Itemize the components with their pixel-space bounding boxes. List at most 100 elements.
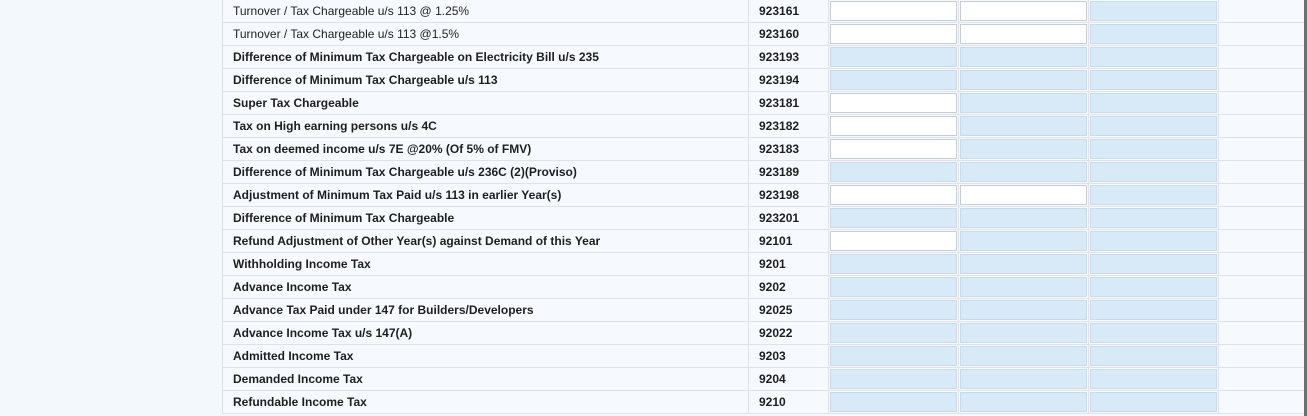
amount-cell (959, 69, 1089, 91)
row-code: 92025 (749, 299, 829, 321)
row-code: 9202 (749, 276, 829, 298)
table-row: Turnover / Tax Chargeable u/s 113 @1.5% 9… (223, 23, 1305, 46)
amount-readonly-field (960, 162, 1087, 182)
table-row: Admitted Income Tax 9203 (223, 345, 1305, 368)
amount-cell (959, 253, 1089, 275)
row-tail (1219, 207, 1305, 229)
row-label: Adjustment of Minimum Tax Paid u/s 113 i… (223, 184, 749, 206)
amount-readonly-field (1090, 185, 1217, 205)
table-row: Difference of Minimum Tax Chargeable on … (223, 46, 1305, 69)
amount-cell (959, 391, 1089, 413)
amount-cell (829, 115, 959, 137)
row-label: Refundable Income Tax (223, 391, 749, 413)
amount-readonly-field (1090, 346, 1217, 366)
amount-cell (959, 92, 1089, 114)
amount-readonly-field (960, 93, 1087, 113)
amount-readonly-field (960, 70, 1087, 90)
amount-cell (959, 0, 1089, 22)
amount-cell (1089, 0, 1219, 22)
amount-cell (1089, 161, 1219, 183)
amount-input[interactable] (830, 231, 957, 251)
amount-readonly-field (830, 47, 957, 67)
table-row: Advance Income Tax 9202 (223, 276, 1305, 299)
amount-readonly-field (960, 392, 1087, 412)
row-code: 923201 (749, 207, 829, 229)
row-label: Difference of Minimum Tax Chargeable (223, 207, 749, 229)
row-tail (1219, 69, 1305, 91)
row-tail (1219, 253, 1305, 275)
amount-input[interactable] (830, 185, 957, 205)
amount-cell (959, 322, 1089, 344)
amount-cell (1089, 207, 1219, 229)
amount-cell (829, 322, 959, 344)
amount-cell (829, 138, 959, 160)
amount-input[interactable] (830, 116, 957, 136)
amount-readonly-field (960, 323, 1087, 343)
amount-cell (829, 368, 959, 390)
amount-cell (959, 207, 1089, 229)
table-row: Super Tax Chargeable 923181 (223, 92, 1305, 115)
amount-input[interactable] (830, 93, 957, 113)
amount-cell (1089, 115, 1219, 137)
amount-cell (1089, 391, 1219, 413)
amount-input[interactable] (830, 139, 957, 159)
amount-readonly-field (960, 208, 1087, 228)
row-label: Tax on deemed income u/s 7E @20% (Of 5% … (223, 138, 749, 160)
amount-readonly-field (830, 277, 957, 297)
amount-cell (1089, 276, 1219, 298)
amount-cell (829, 23, 959, 45)
amount-readonly-field (830, 369, 957, 389)
amount-readonly-field (960, 300, 1087, 320)
amount-readonly-field (1090, 139, 1217, 159)
row-tail (1219, 115, 1305, 137)
amount-readonly-field (1090, 116, 1217, 136)
row-label: Turnover / Tax Chargeable u/s 113 @1.5% (223, 23, 749, 45)
amount-cell (959, 230, 1089, 252)
amount-cell (829, 0, 959, 22)
table-row: Demanded Income Tax 9204 (223, 368, 1305, 391)
amount-cell (829, 391, 959, 413)
amount-readonly-field (830, 323, 957, 343)
amount-readonly-field (830, 208, 957, 228)
amount-cell (1089, 253, 1219, 275)
amount-input[interactable] (960, 1, 1087, 21)
row-code: 9210 (749, 391, 829, 413)
amount-readonly-field (830, 254, 957, 274)
amount-readonly-field (960, 116, 1087, 136)
amount-cell (1089, 345, 1219, 367)
row-code: 923182 (749, 115, 829, 137)
row-code: 9204 (749, 368, 829, 390)
row-tail (1219, 345, 1305, 367)
amount-readonly-field (1090, 369, 1217, 389)
row-label: Advance Income Tax (223, 276, 749, 298)
row-code: 92022 (749, 322, 829, 344)
row-code: 9203 (749, 345, 829, 367)
amount-cell (829, 184, 959, 206)
amount-input[interactable] (960, 185, 1087, 205)
amount-cell (959, 138, 1089, 160)
table-row: Refund Adjustment of Other Year(s) again… (223, 230, 1305, 253)
row-tail (1219, 184, 1305, 206)
amount-cell (959, 46, 1089, 68)
table-row: Tax on High earning persons u/s 4C 923182 (223, 115, 1305, 138)
row-label: Demanded Income Tax (223, 368, 749, 390)
amount-input[interactable] (830, 24, 957, 44)
amount-readonly-field (960, 254, 1087, 274)
row-tail (1219, 161, 1305, 183)
amount-cell (959, 276, 1089, 298)
row-label: Admitted Income Tax (223, 345, 749, 367)
row-tail (1219, 299, 1305, 321)
table-row: Difference of Minimum Tax Chargeable 9232… (223, 207, 1305, 230)
amount-cell (1089, 230, 1219, 252)
amount-cell (959, 161, 1089, 183)
row-label: Advance Income Tax u/s 147(A) (223, 322, 749, 344)
amount-readonly-field (1090, 392, 1217, 412)
amount-input[interactable] (960, 24, 1087, 44)
amount-readonly-field (1090, 231, 1217, 251)
amount-cell (1089, 46, 1219, 68)
amount-input[interactable] (830, 1, 957, 21)
amount-readonly-field (1090, 162, 1217, 182)
amount-readonly-field (1090, 24, 1217, 44)
amount-readonly-field (1090, 277, 1217, 297)
amount-readonly-field (1090, 208, 1217, 228)
